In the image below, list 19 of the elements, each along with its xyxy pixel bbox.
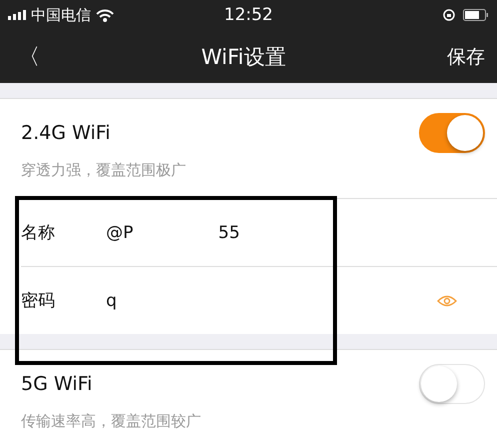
signal-icon (8, 10, 26, 20)
rotation-lock-icon (443, 9, 455, 21)
save-button[interactable]: 保存 (447, 44, 485, 70)
band-title: 5G WiFi (21, 373, 92, 395)
input-field[interactable]: q (106, 290, 437, 310)
battery-icon (463, 9, 489, 21)
carrier-name: 中国电信 (31, 6, 91, 24)
band-description: 穿透力强，覆盖范围极广 (20, 160, 187, 181)
input-field[interactable]: @P 55 (106, 222, 457, 242)
band-title: 2.4G WiFi (21, 122, 110, 144)
wifi-icon (96, 8, 114, 22)
toggle-switch[interactable] (419, 113, 485, 153)
page-title: WiFi设置 (201, 44, 286, 70)
band-description: 传输速率高，覆盖范围较广 (20, 411, 202, 432)
field-label: 密码 (21, 290, 56, 312)
field-label: 名称 (21, 222, 56, 244)
clock-time: 12:52 (224, 5, 273, 25)
back-button[interactable]: 〈 (18, 42, 40, 72)
eye-icon[interactable] (437, 294, 457, 306)
